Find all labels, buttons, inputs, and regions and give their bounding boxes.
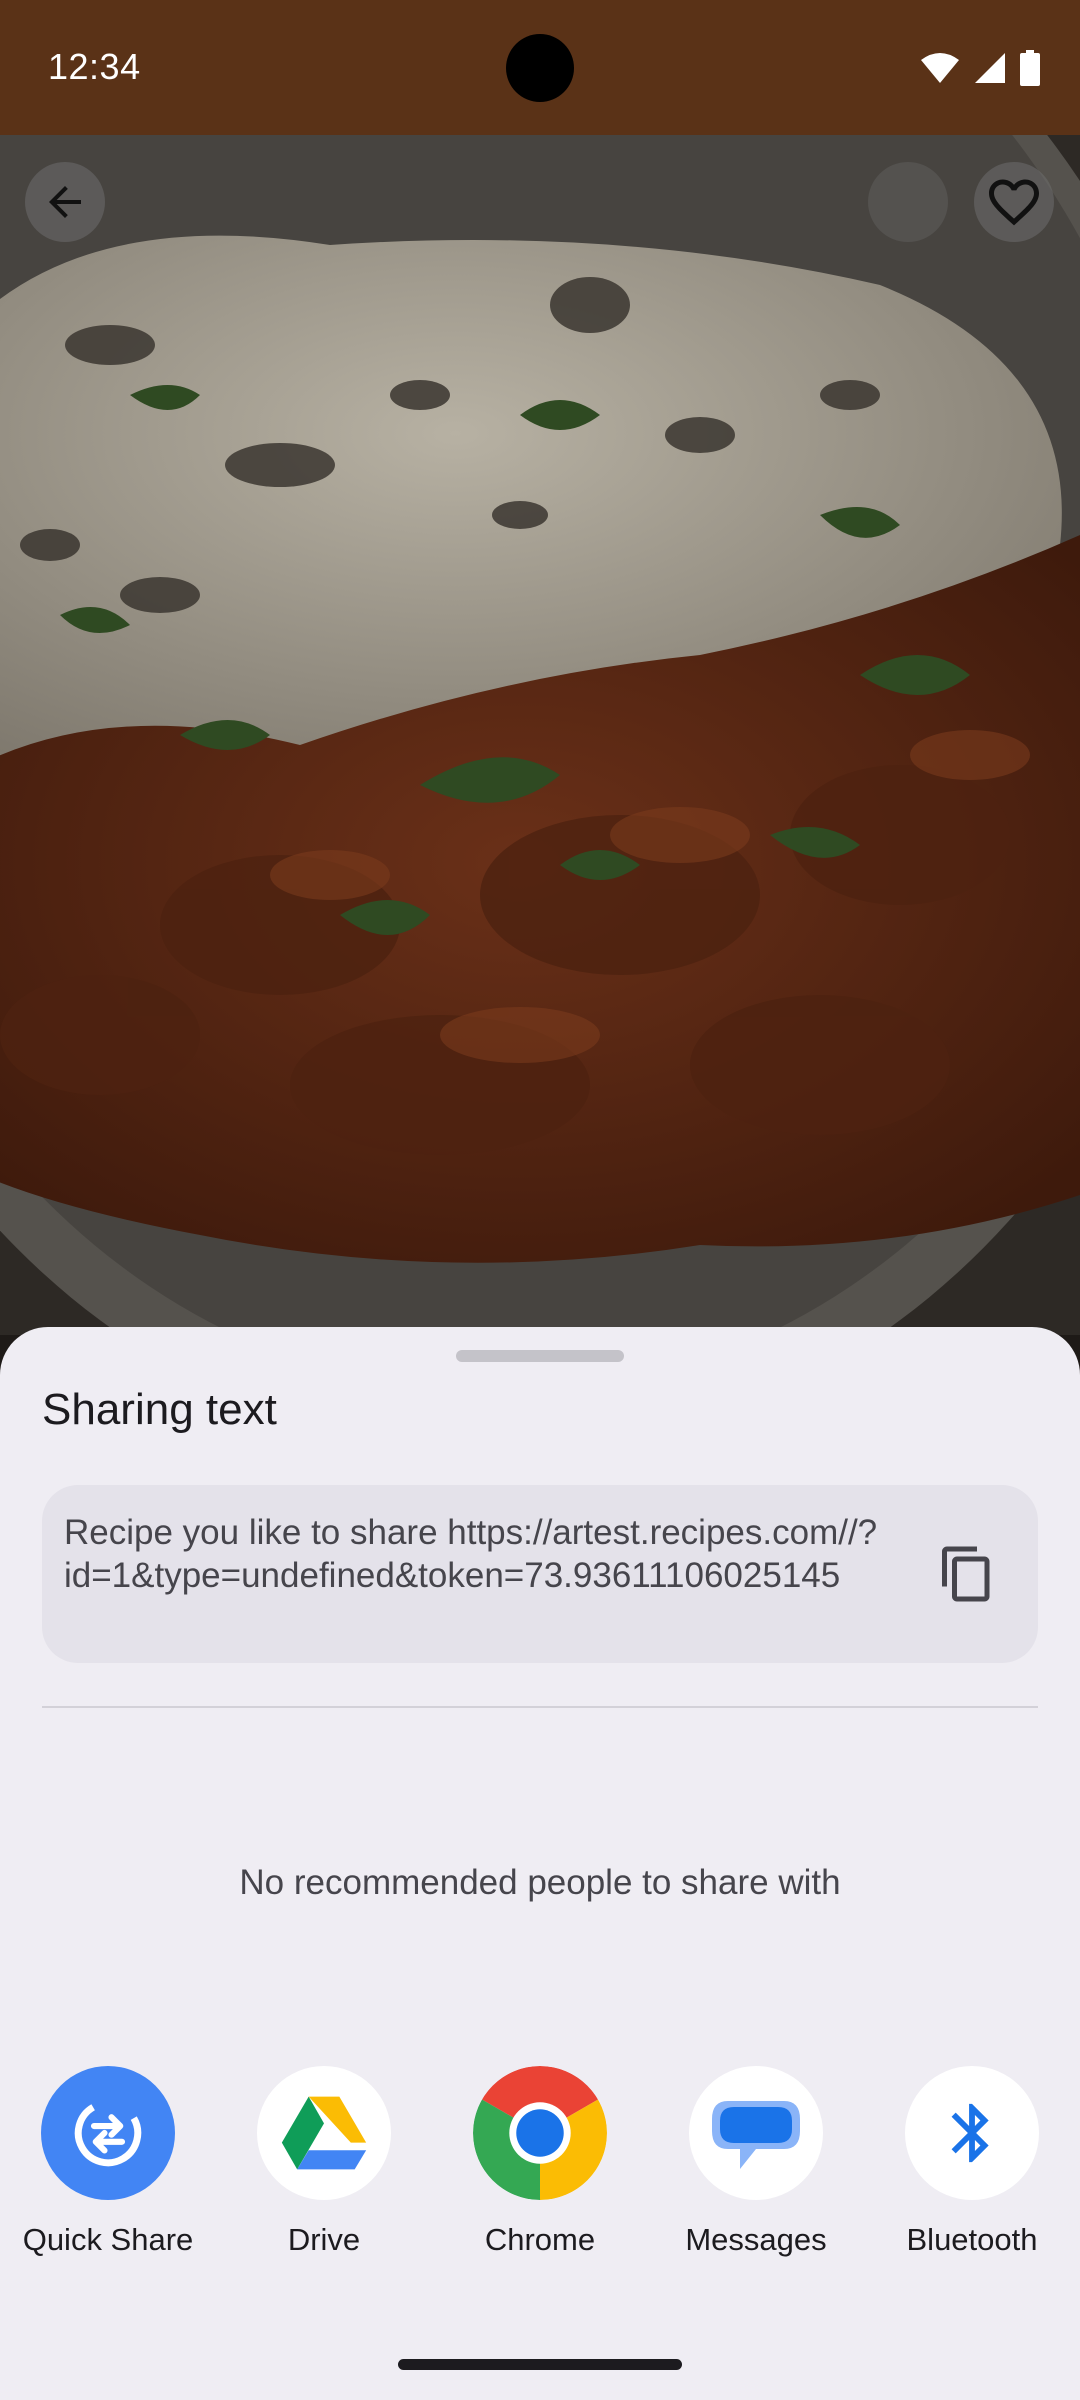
gesture-nav-handle[interactable] <box>398 2359 682 2370</box>
share-sheet: Sharing text Recipe you like to share ht… <box>0 1327 1080 2400</box>
bluetooth-icon <box>905 2066 1039 2200</box>
chrome-icon <box>473 2066 607 2200</box>
share-text: Recipe you like to share https://artest.… <box>64 1513 878 1595</box>
divider <box>42 1706 1038 1708</box>
drag-handle[interactable] <box>456 1350 624 1362</box>
share-target-drive[interactable]: Drive <box>216 2066 432 2258</box>
cellular-signal-icon <box>975 53 1005 83</box>
heart-outline-icon <box>989 179 1039 226</box>
drive-icon <box>257 2066 391 2200</box>
share-target-label: Drive <box>287 2222 361 2257</box>
back-button[interactable] <box>25 162 105 242</box>
status-icons <box>920 48 1040 88</box>
camera-cutout <box>506 34 574 102</box>
messages-icon <box>689 2066 823 2200</box>
share-screen: 12:34 Sharing text Recipe you like to sh… <box>0 0 1080 2400</box>
share-target-label: Chrome <box>484 2222 596 2257</box>
arrow-left-icon <box>49 186 81 218</box>
sheet-title: Sharing text <box>42 1385 277 1434</box>
quick-share-icon <box>41 2066 175 2200</box>
share-target-bluetooth[interactable]: Bluetooth <box>864 2066 1080 2258</box>
status-bar: 12:34 <box>0 0 1080 135</box>
share-target-label: Quick Share <box>22 2222 194 2257</box>
share-text-preview: Recipe you like to share https://artest.… <box>42 1485 1038 1663</box>
copy-icon <box>942 1546 990 1602</box>
share-target-label: Messages <box>685 2222 827 2257</box>
favorite-button[interactable] <box>974 162 1054 242</box>
wifi-icon <box>921 53 959 83</box>
battery-icon <box>1020 50 1040 86</box>
share-target-label: Bluetooth <box>906 2222 1038 2257</box>
share-target-chrome[interactable]: Chrome <box>432 2066 648 2258</box>
share-target-quick-share[interactable]: Quick Share <box>0 2066 216 2258</box>
share-target-messages[interactable]: Messages <box>648 2066 864 2258</box>
copy-button[interactable] <box>932 1539 1002 1609</box>
recipe-hero-image <box>0 135 1080 1335</box>
status-time: 12:34 <box>48 46 141 87</box>
no-recommended-people-text: No recommended people to share with <box>239 1863 841 1902</box>
hidden-action-button[interactable] <box>868 162 948 242</box>
food-photo <box>0 135 1080 1335</box>
